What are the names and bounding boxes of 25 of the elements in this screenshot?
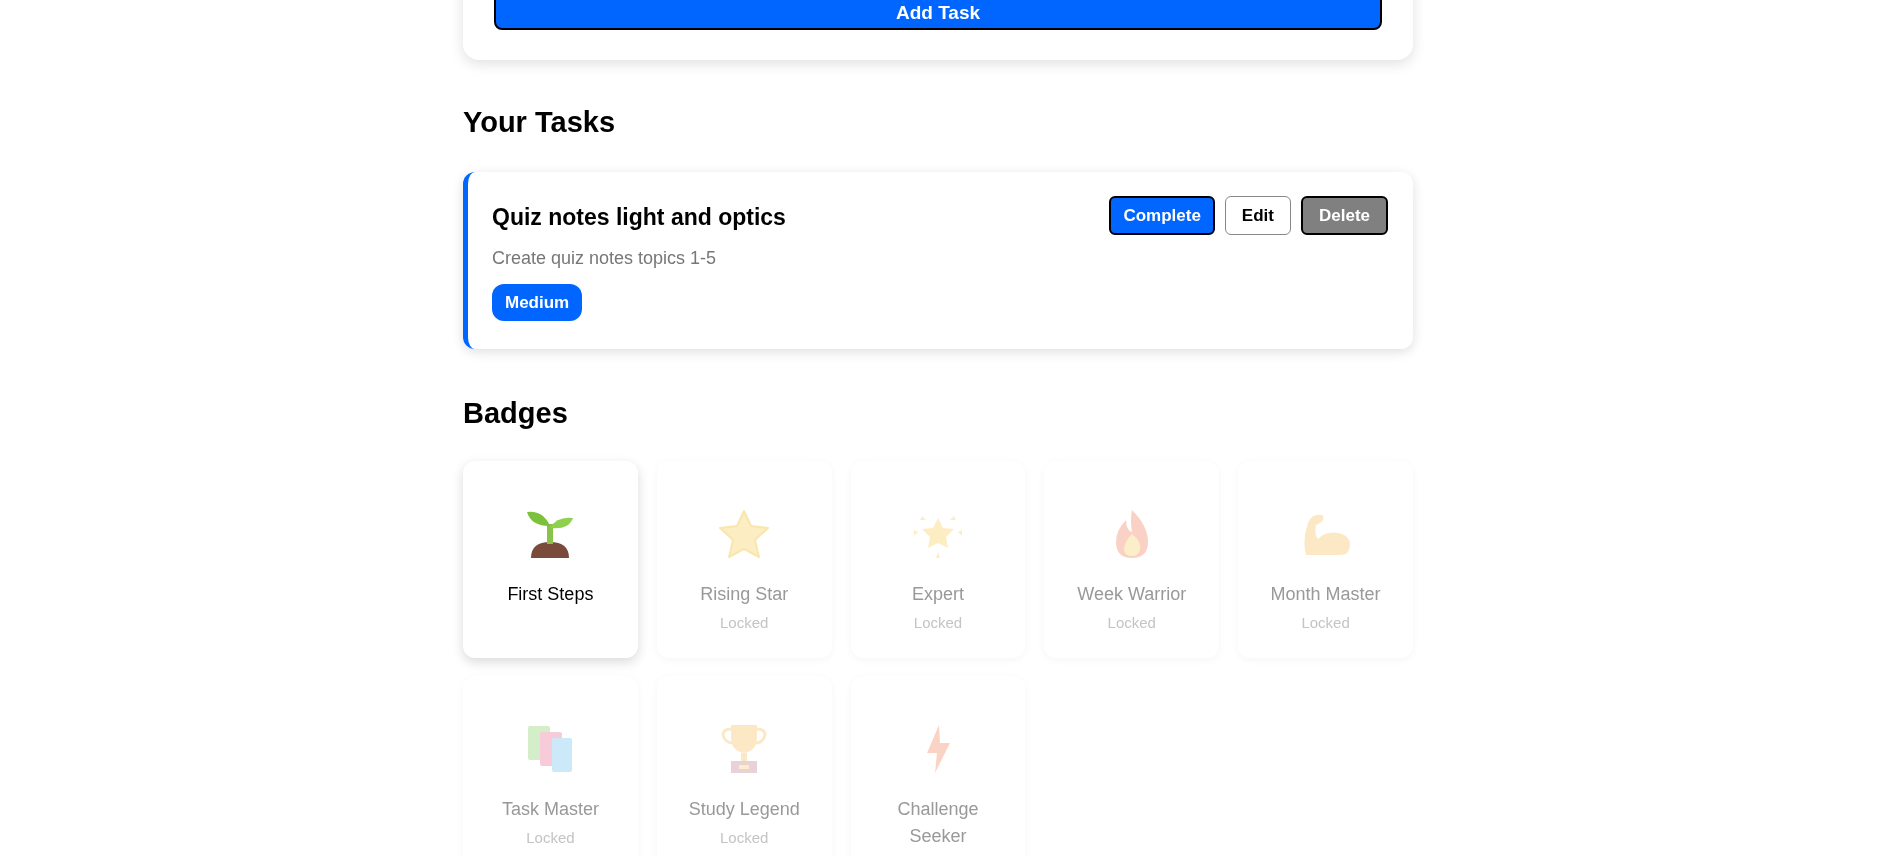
badge-status: Locked [526,828,575,848]
section-heading: Badges [463,396,569,431]
add-task-button[interactable]: Add Task [494,0,1382,30]
star-icon [718,509,771,559]
badge-status: Locked [720,828,769,848]
badge-status: Locked [1301,613,1350,633]
badge-name: Rising Star [700,583,789,606]
badge-name: Study Legend [688,798,800,821]
badge-name: Month Master [1270,583,1381,606]
badge-status: Locked [720,613,769,633]
badge-status: Locked [1107,613,1156,633]
badge-name: First Steps [507,583,594,606]
badge-status: Locked [913,613,963,633]
delete-button[interactable]: Delete [1300,196,1388,235]
trophy-icon [721,723,768,775]
badge-name: Challenge Seeker [896,798,980,848]
badge-name: Expert [911,583,964,606]
task-description: Create quiz notes topics 1-5 [492,247,718,270]
complete-button[interactable]: Complete [1109,196,1215,235]
badge-name: Task Master [501,798,599,821]
priority-badge: Medium [492,284,583,321]
task-title: Quiz notes light and optics [492,203,786,232]
edit-button[interactable]: Edit [1224,196,1291,235]
badge-name: Week Warrior [1077,583,1187,606]
section-heading: Your Tasks [463,105,617,140]
